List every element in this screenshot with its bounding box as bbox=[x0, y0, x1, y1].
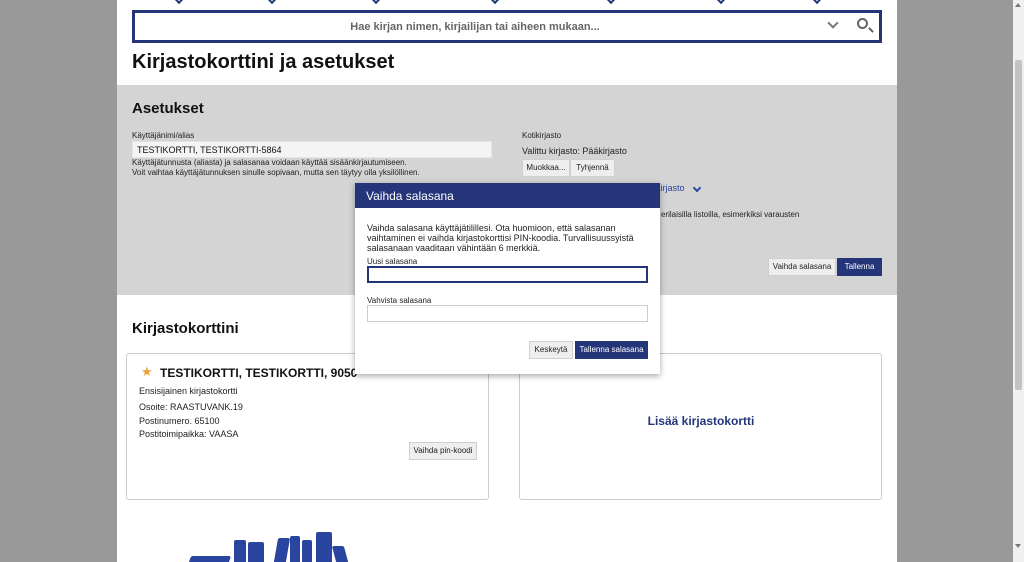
dialog-title: Vaihda salasana bbox=[366, 189, 454, 203]
right-backdrop bbox=[897, 0, 1013, 562]
new-password-label: Uusi salasana bbox=[367, 257, 418, 266]
library-dropdown-link[interactable]: kirjasto bbox=[656, 183, 685, 193]
card-postal-code: Postinumero. 65100 bbox=[139, 416, 220, 426]
page-title: Kirjastokorttini ja asetukset bbox=[132, 51, 395, 73]
card-holder-name: TESTIKORTTI, TESTIKORTTI, 9050 bbox=[160, 366, 358, 380]
card-primary-label: Ensisijainen kirjastokortti bbox=[139, 386, 238, 396]
dialog-header: Vaihda salasana bbox=[355, 183, 660, 208]
edit-home-library-button[interactable]: Muokkaa... bbox=[522, 159, 570, 177]
scrollbar[interactable] bbox=[1013, 0, 1024, 562]
library-card: ★ TESTIKORTTI, TESTIKORTTI, 9050 Ensisij… bbox=[126, 353, 489, 500]
search-input[interactable] bbox=[135, 13, 815, 40]
new-password-input[interactable] bbox=[367, 266, 648, 283]
card-address: Osoite: RAASTUVANK.19 bbox=[139, 402, 243, 412]
chevron-down-icon[interactable] bbox=[827, 17, 839, 29]
scroll-up-icon[interactable] bbox=[1015, 3, 1021, 7]
change-password-button[interactable]: Vaihda salasana bbox=[768, 258, 836, 276]
username-label: Käyttäjänimi/alias bbox=[132, 131, 195, 140]
save-password-button[interactable]: Tallenna salasana bbox=[575, 341, 648, 359]
settings-description: erilaisilla listoilla, esimerkiksi varau… bbox=[661, 210, 800, 219]
chevron-down-icon[interactable] bbox=[692, 183, 702, 193]
add-card-link[interactable]: Lisää kirjastokortti bbox=[520, 414, 882, 428]
dialog-description: Vaihda salasana käyttäjätilillesi. Ota h… bbox=[367, 223, 634, 253]
cards-heading: Kirjastokorttini bbox=[132, 320, 239, 337]
change-pin-button[interactable]: Vaihda pin-koodi bbox=[409, 442, 477, 460]
save-settings-button[interactable]: Tallenna bbox=[837, 258, 882, 276]
cancel-button[interactable]: Keskeytä bbox=[529, 341, 573, 359]
card-city: Postitoimipaikka: VAASA bbox=[139, 429, 239, 439]
star-icon: ★ bbox=[141, 364, 153, 379]
username-help: Käyttäjätunnusta (aliasta) ja salasanaa … bbox=[132, 158, 420, 178]
username-field[interactable]: TESTIKORTTI, TESTIKORTTI-5864 bbox=[132, 141, 492, 158]
home-library-label: Kotikirjasto bbox=[522, 131, 562, 140]
add-card-panel[interactable]: Lisää kirjastokortti bbox=[519, 353, 882, 500]
home-library-value: Valittu kirjasto: Pääkirjasto bbox=[522, 146, 627, 156]
clear-home-library-button[interactable]: Tyhjennä bbox=[570, 159, 615, 177]
left-backdrop bbox=[0, 0, 117, 562]
scroll-thumb[interactable] bbox=[1015, 60, 1022, 390]
settings-heading: Asetukset bbox=[132, 100, 204, 117]
scroll-down-icon[interactable] bbox=[1015, 544, 1021, 548]
change-password-dialog: Vaihda salasana Vaihda salasana käyttäjä… bbox=[355, 183, 660, 374]
search-icon[interactable] bbox=[857, 18, 868, 29]
search-bar bbox=[132, 10, 882, 43]
confirm-password-label: Vahvista salasana bbox=[367, 296, 432, 305]
confirm-password-input[interactable] bbox=[367, 305, 648, 322]
username-help-line: Käyttäjätunnusta (aliasta) ja salasanaa … bbox=[132, 158, 407, 167]
username-help-line: Voit vaihtaa käyttäjätunnuksen sinulle s… bbox=[132, 168, 420, 177]
